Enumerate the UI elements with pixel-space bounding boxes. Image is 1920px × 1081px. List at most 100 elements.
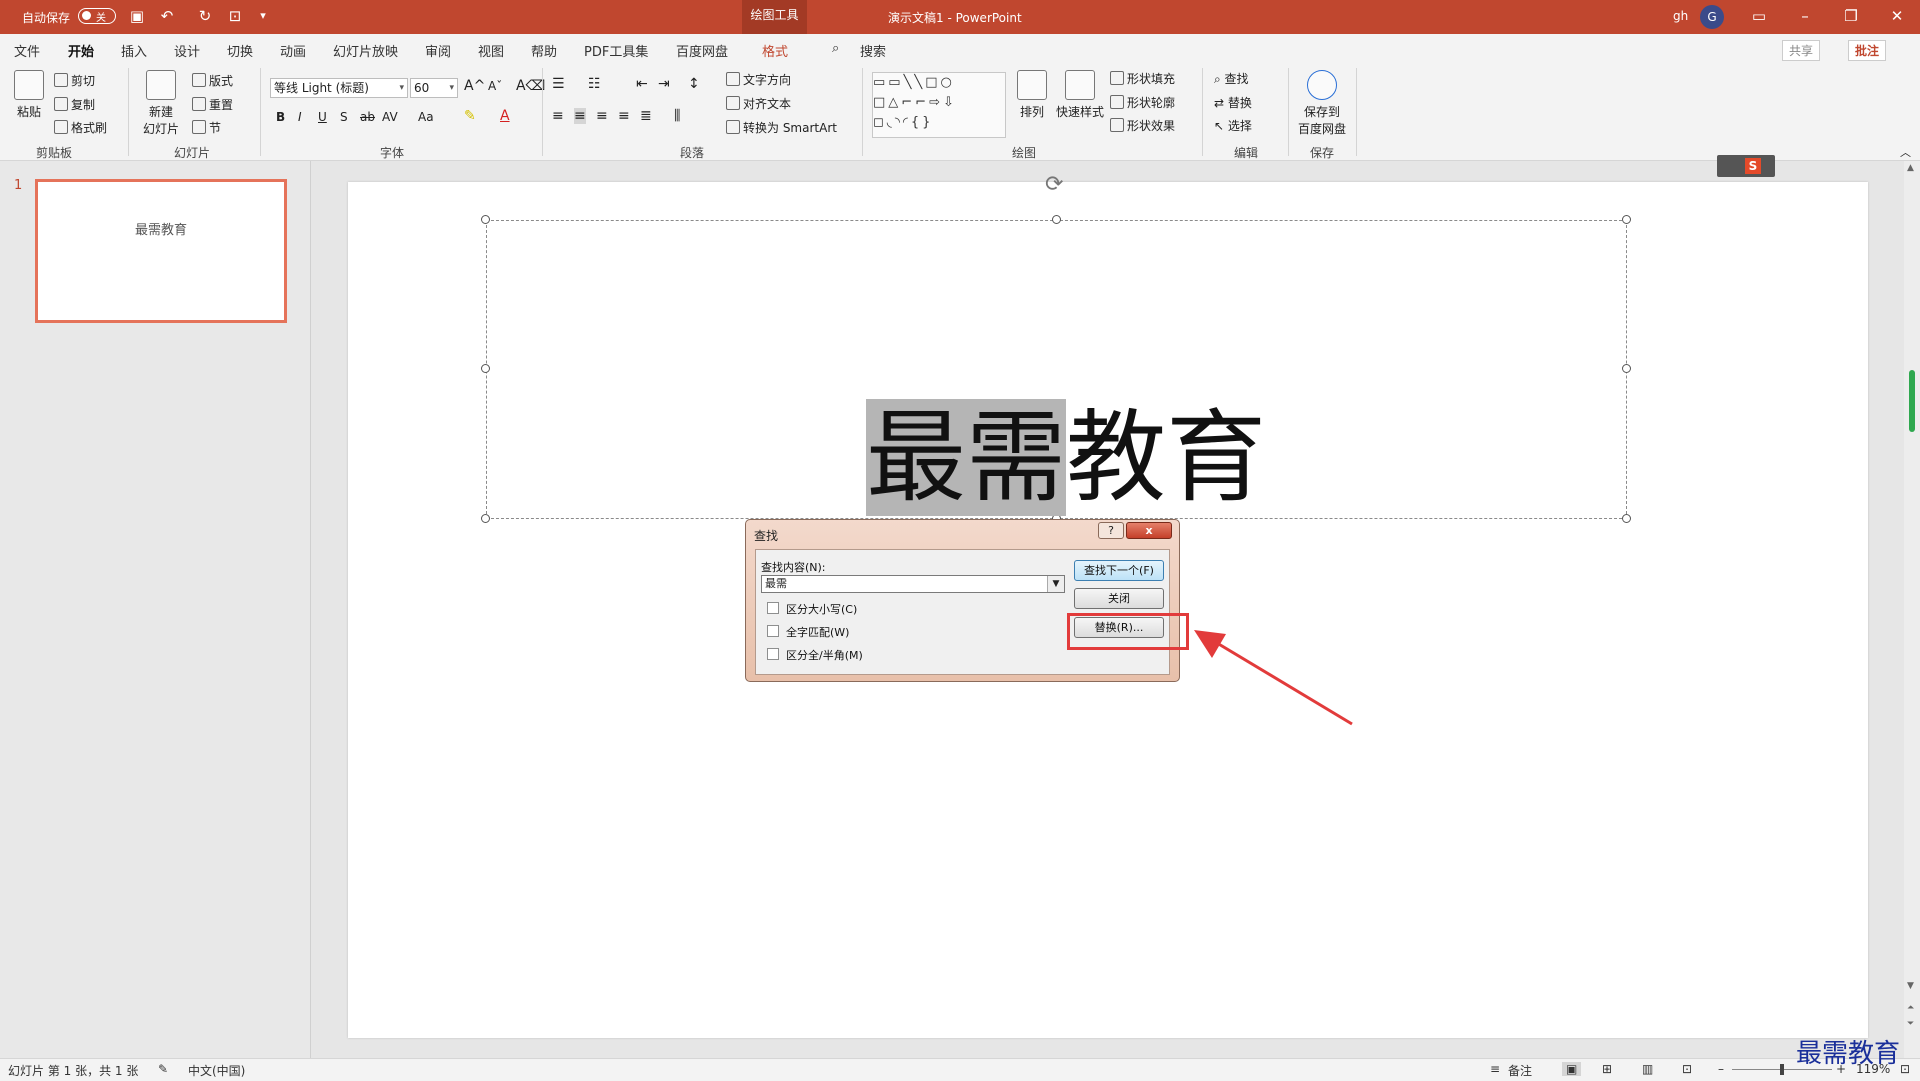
tab-insert[interactable]: 插入 bbox=[121, 41, 147, 60]
search-icon[interactable]: ⌕ bbox=[832, 41, 839, 56]
tab-home[interactable]: 开始 bbox=[68, 41, 95, 67]
font-color-icon[interactable]: A bbox=[500, 108, 510, 124]
scroll-up-icon[interactable]: ▲ bbox=[1907, 163, 1914, 173]
bullets-icon[interactable]: ☰ bbox=[552, 76, 565, 92]
tab-baidu-netdisk[interactable]: 百度网盘 bbox=[676, 41, 728, 60]
italic-icon[interactable]: I bbox=[298, 110, 302, 124]
resize-handle[interactable] bbox=[481, 514, 490, 523]
shape-fill-button[interactable]: 形状填充 bbox=[1110, 70, 1175, 87]
columns-icon[interactable]: ⫼ bbox=[674, 108, 680, 124]
underline-icon[interactable]: U bbox=[318, 110, 327, 124]
chevron-down-icon[interactable]: ▼ bbox=[1047, 576, 1064, 592]
fit-to-window-icon[interactable]: ⊡ bbox=[1900, 1062, 1910, 1076]
numbering-icon[interactable]: ☷ bbox=[588, 76, 601, 92]
autosave-toggle[interactable]: 关 bbox=[78, 8, 116, 24]
scrollbar-thumb[interactable] bbox=[1909, 370, 1915, 432]
resize-handle[interactable] bbox=[481, 215, 490, 224]
minimize-icon[interactable]: – bbox=[1796, 7, 1814, 25]
collapse-ribbon-icon[interactable]: ︿ bbox=[1900, 144, 1911, 160]
search-input[interactable]: 搜索 bbox=[860, 41, 886, 60]
comments-button[interactable]: 批注 bbox=[1848, 40, 1887, 61]
ime-toolbar[interactable]: S bbox=[1717, 155, 1775, 177]
present-icon[interactable]: ⊡ bbox=[226, 7, 244, 25]
shrink-font-icon[interactable]: Aˇ bbox=[488, 79, 502, 93]
tab-slideshow[interactable]: 幻灯片放映 bbox=[333, 41, 398, 60]
scroll-down-icon[interactable]: ▼ bbox=[1907, 981, 1914, 991]
ribbon-display-icon[interactable]: ▭ bbox=[1750, 7, 1768, 25]
increase-indent-icon[interactable]: ⇥ bbox=[658, 76, 670, 92]
normal-view-icon[interactable]: ▣ bbox=[1562, 1062, 1582, 1076]
resize-handle[interactable] bbox=[1622, 514, 1631, 523]
customize-qat-icon[interactable]: ▾ bbox=[254, 7, 272, 25]
spellcheck-icon[interactable]: ✎ bbox=[158, 1062, 168, 1076]
align-right-icon[interactable]: ≡ bbox=[596, 108, 608, 124]
line-spacing-icon[interactable]: ↕ bbox=[688, 76, 700, 92]
tab-animations[interactable]: 动画 bbox=[280, 41, 306, 60]
layout-button[interactable]: 版式 bbox=[192, 72, 233, 89]
undo-icon[interactable]: ↶ bbox=[158, 7, 176, 25]
tab-view[interactable]: 视图 bbox=[478, 41, 504, 60]
slide-thumbnail[interactable]: 最需教育 bbox=[35, 179, 287, 323]
tab-help[interactable]: 帮助 bbox=[531, 41, 557, 60]
smartart-button[interactable]: 转换为 SmartArt bbox=[726, 119, 837, 136]
match-width-checkbox[interactable] bbox=[767, 648, 779, 660]
decrease-indent-icon[interactable]: ⇤ bbox=[636, 76, 648, 92]
select-button[interactable]: ↖ 选择 bbox=[1214, 117, 1252, 134]
find-what-input[interactable]: 最需 ▼ bbox=[761, 575, 1065, 593]
distribute-icon[interactable]: ≣ bbox=[640, 108, 652, 124]
new-slide-button[interactable]: 新建 幻灯片 bbox=[136, 70, 186, 137]
notes-button[interactable]: 备注 bbox=[1508, 1062, 1532, 1079]
save-to-baidu-button[interactable]: 保存到 百度网盘 bbox=[1294, 70, 1350, 137]
strikethrough-icon[interactable]: ab bbox=[360, 110, 375, 124]
highlight-icon[interactable]: ✎ bbox=[464, 108, 476, 124]
close-button[interactable]: 关闭 bbox=[1074, 588, 1164, 609]
bold-icon[interactable]: B bbox=[276, 110, 285, 124]
tab-review[interactable]: 审阅 bbox=[425, 41, 451, 60]
arrange-button[interactable]: 排列 bbox=[1014, 70, 1050, 120]
zoom-slider-thumb[interactable] bbox=[1780, 1064, 1784, 1075]
notes-icon[interactable]: ≡ bbox=[1490, 1062, 1500, 1076]
tab-file[interactable]: 文件 bbox=[14, 41, 40, 60]
format-painter-button[interactable]: 格式刷 bbox=[54, 119, 107, 136]
shape-effects-button[interactable]: 形状效果 bbox=[1110, 117, 1175, 134]
shadow-icon[interactable]: S bbox=[340, 110, 348, 124]
section-button[interactable]: 节 bbox=[192, 119, 221, 136]
char-spacing-icon[interactable]: AV bbox=[382, 110, 398, 124]
rotate-handle-icon[interactable]: ⟳ bbox=[1045, 172, 1063, 197]
vertical-scrollbar[interactable]: ▲ ▼ ⏶ ⏷ bbox=[1904, 161, 1920, 1058]
copy-button[interactable]: 复制 bbox=[54, 96, 95, 113]
quick-styles-button[interactable]: 快速样式 bbox=[1054, 70, 1106, 120]
shape-outline-button[interactable]: 形状轮廓 bbox=[1110, 94, 1175, 111]
avatar[interactable]: G bbox=[1700, 5, 1724, 29]
find-button[interactable]: ⌕ 查找 bbox=[1214, 70, 1249, 87]
tab-transitions[interactable]: 切换 bbox=[227, 41, 253, 60]
cut-button[interactable]: 剪切 bbox=[54, 72, 95, 89]
reset-button[interactable]: 重置 bbox=[192, 96, 233, 113]
justify-icon[interactable]: ≡ bbox=[618, 108, 630, 124]
language-status[interactable]: 中文(中国) bbox=[188, 1062, 245, 1079]
previous-slide-icon[interactable]: ⏶ bbox=[1907, 1003, 1914, 1013]
text-direction-button[interactable]: 文字方向 bbox=[726, 71, 791, 88]
save-icon[interactable]: ▣ bbox=[128, 7, 146, 25]
tab-format[interactable]: 格式 bbox=[762, 41, 788, 60]
next-slide-icon[interactable]: ⏷ bbox=[1907, 1019, 1914, 1029]
resize-handle[interactable] bbox=[1622, 215, 1631, 224]
font-name-combo[interactable]: 等线 Light (标题) ▾ bbox=[270, 78, 408, 98]
zoom-out-icon[interactable]: – bbox=[1718, 1062, 1724, 1076]
grow-font-icon[interactable]: A^ bbox=[464, 78, 485, 94]
resize-handle[interactable] bbox=[481, 364, 490, 373]
help-button[interactable]: ? bbox=[1098, 522, 1124, 539]
replace-button[interactable]: ⇄ 替换 bbox=[1214, 94, 1252, 111]
align-text-button[interactable]: 对齐文本 bbox=[726, 95, 791, 112]
reading-view-icon[interactable]: ▥ bbox=[1642, 1062, 1653, 1076]
match-case-checkbox[interactable] bbox=[767, 602, 779, 614]
paste-button[interactable]: 粘贴 bbox=[12, 70, 46, 120]
whole-word-checkbox[interactable] bbox=[767, 625, 779, 637]
resize-handle[interactable] bbox=[1622, 364, 1631, 373]
align-left-icon[interactable]: ≡ bbox=[552, 108, 564, 124]
tab-pdf-tools[interactable]: PDF工具集 bbox=[584, 41, 648, 60]
dialog-close-button[interactable]: x bbox=[1126, 522, 1172, 539]
shapes-gallery[interactable]: ▭▭╲╲□○ □△⌐⌐⇨⇩ ◻◟◝◜{} bbox=[872, 72, 1006, 138]
clear-format-icon[interactable]: A⌫ bbox=[516, 78, 545, 94]
align-center-icon[interactable]: ≡ bbox=[574, 108, 586, 124]
